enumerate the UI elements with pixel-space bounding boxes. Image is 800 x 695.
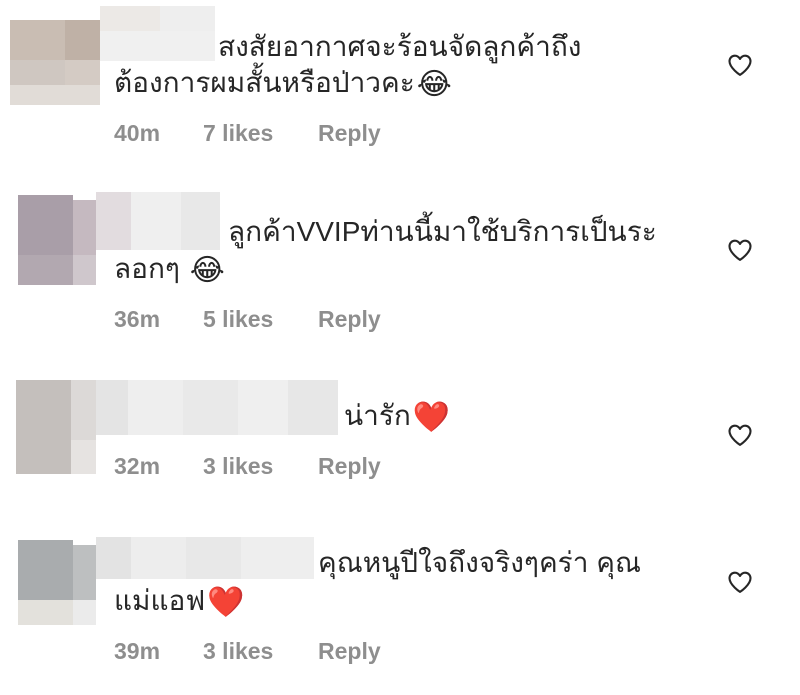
comment-text-line2: แม่แอฟ [114,585,206,616]
comment-text-line1: คุณหนูปีใจถึงจริงๆคร่า คุณ [318,547,641,578]
comment-text: คุณหนูปีใจถึงจริงๆคร่า คุณ [318,542,641,584]
username-blurred[interactable] [96,537,314,579]
comment-text-cont: แม่แอฟ❤️ [114,580,245,624]
avatar-blurred[interactable] [18,540,96,625]
reply-button[interactable]: Reply [318,638,381,665]
comment-item: คุณหนูปีใจถึงจริงๆคร่า คุณ แม่แอฟ❤️ 39m … [0,0,800,695]
red-heart-emoji-icon: ❤️ [207,585,245,620]
heart-outline-icon[interactable] [726,568,754,596]
likes-count[interactable]: 3 likes [203,638,273,665]
timestamp: 39m [114,638,161,664]
